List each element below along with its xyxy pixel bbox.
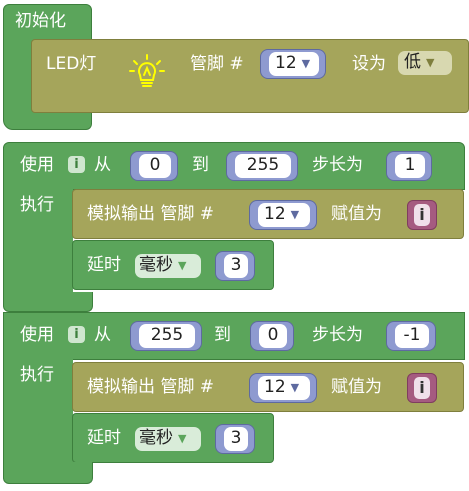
delay-statement-2[interactable]: 延时 毫秒 ▼ 3	[72, 413, 274, 463]
from-label: 从	[94, 155, 111, 175]
triangle-down-icon: ▼	[178, 432, 187, 445]
analog-write-statement-2[interactable]: 模拟输出 管脚 # 12 ▼ 赋值为 i	[72, 362, 464, 412]
variable-name[interactable]: i	[414, 204, 430, 226]
triangle-down-icon: ▼	[290, 208, 300, 221]
pin-number-block[interactable]: 12 ▼	[260, 49, 326, 79]
led-pin-statement[interactable]: LED灯 管脚 # 12 ▼ 设为 低 ▼	[31, 39, 469, 113]
for-loop-1-side: 执行	[3, 189, 73, 293]
for-loop-block-1[interactable]: 使用 i 从 0 到 255 步长为 1	[3, 142, 465, 190]
set-label: 设为	[352, 54, 386, 74]
triangle-down-icon: ▼	[178, 259, 187, 272]
delay-unit-value: 毫秒	[139, 255, 173, 275]
triangle-down-icon: ▼	[301, 57, 311, 70]
analog-write-statement-1[interactable]: 模拟输出 管脚 # 12 ▼ 赋值为 i	[72, 189, 464, 239]
analog-label: 模拟输出 管脚 #	[87, 377, 215, 397]
delay-field[interactable]: 3	[224, 254, 248, 278]
to-label: 到	[214, 325, 231, 345]
delay-unit-value: 毫秒	[139, 428, 173, 448]
for-loop-2-side: 执行	[3, 359, 73, 463]
setup-title: 初始化	[15, 11, 66, 31]
do-label: 执行	[20, 195, 54, 215]
analog-pin-value: 12	[264, 204, 286, 224]
variable-name[interactable]: i	[414, 377, 430, 399]
pin-value: 12	[275, 53, 297, 73]
step-field[interactable]: 1	[395, 154, 425, 178]
to-field[interactable]: 0	[259, 324, 287, 348]
from-number-block[interactable]: 0	[130, 151, 178, 181]
analog-pin-dropdown[interactable]: 12 ▼	[258, 376, 310, 400]
step-number-block[interactable]: -1	[386, 321, 436, 351]
loop-variable[interactable]: i	[68, 156, 85, 173]
delay-unit-dropdown[interactable]: 毫秒 ▼	[135, 254, 201, 278]
delay-number-block[interactable]: 3	[215, 424, 255, 454]
assign-label: 赋值为	[331, 204, 382, 224]
from-field[interactable]: 255	[139, 324, 195, 348]
to-field[interactable]: 255	[235, 154, 291, 178]
for-loop-1-bottom	[3, 292, 93, 312]
pin-dropdown[interactable]: 12 ▼	[269, 52, 319, 76]
assign-label: 赋值为	[331, 377, 382, 397]
to-number-block[interactable]: 255	[226, 151, 298, 181]
delay-field[interactable]: 3	[224, 427, 248, 451]
delay-statement-1[interactable]: 延时 毫秒 ▼ 3	[72, 240, 274, 290]
analog-pin-value: 12	[264, 377, 286, 397]
pin-label: 管脚 #	[190, 54, 244, 74]
from-number-block[interactable]: 255	[130, 321, 202, 351]
delay-label: 延时	[87, 255, 121, 275]
delay-label: 延时	[87, 428, 121, 448]
to-number-block[interactable]: 0	[250, 321, 294, 351]
triangle-down-icon: ▼	[290, 381, 300, 394]
level-value: 低	[404, 52, 421, 72]
led-label: LED灯	[46, 54, 97, 74]
for-loop-2-bottom	[3, 462, 93, 484]
for-loop-block-2[interactable]: 使用 i 从 255 到 0 步长为 -1	[3, 312, 465, 360]
from-field[interactable]: 0	[139, 154, 171, 178]
triangle-down-icon: ▼	[426, 56, 435, 69]
step-number-block[interactable]: 1	[386, 151, 432, 181]
from-label: 从	[94, 325, 111, 345]
variable-block[interactable]: i	[407, 373, 437, 403]
step-label: 步长为	[312, 155, 363, 175]
loop-variable[interactable]: i	[68, 326, 85, 343]
step-field[interactable]: -1	[395, 324, 429, 348]
analog-pin-block[interactable]: 12 ▼	[249, 200, 317, 230]
analog-pin-dropdown[interactable]: 12 ▼	[258, 203, 310, 227]
step-label: 步长为	[312, 325, 363, 345]
level-dropdown[interactable]: 低 ▼	[398, 51, 452, 75]
delay-number-block[interactable]: 3	[215, 251, 255, 281]
use-label: 使用	[20, 325, 54, 345]
do-label: 执行	[20, 365, 54, 385]
use-label: 使用	[20, 155, 54, 175]
variable-block[interactable]: i	[407, 200, 437, 230]
delay-unit-dropdown[interactable]: 毫秒 ▼	[135, 427, 201, 451]
analog-label: 模拟输出 管脚 #	[87, 204, 215, 224]
to-label: 到	[192, 155, 209, 175]
analog-pin-block[interactable]: 12 ▼	[249, 373, 317, 403]
led-bulb-icon	[129, 54, 165, 87]
